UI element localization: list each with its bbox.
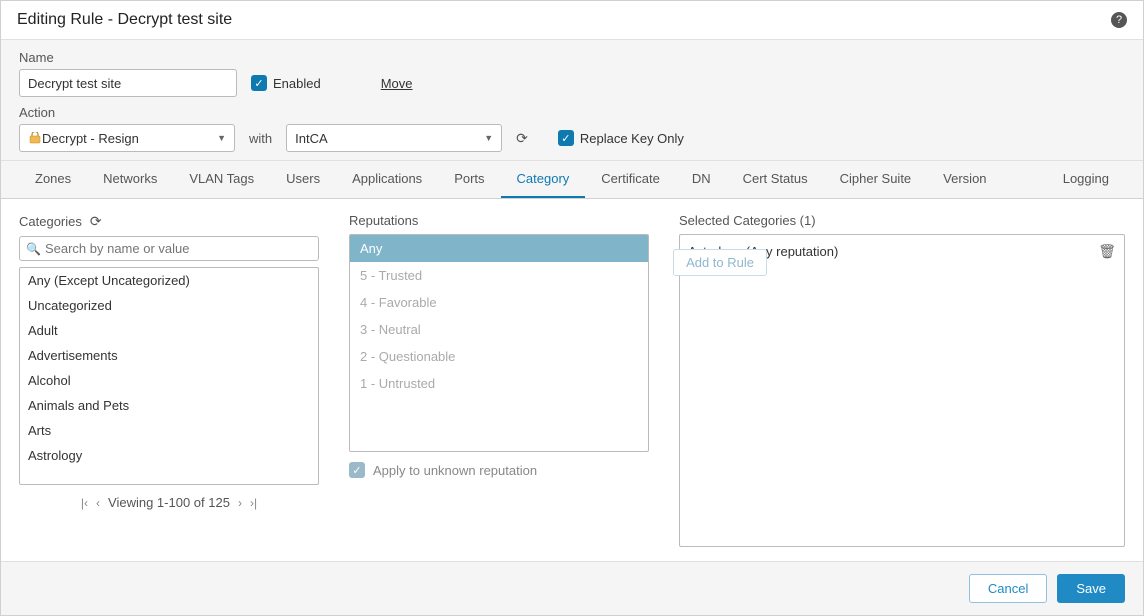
list-item[interactable]: Arts — [20, 418, 318, 443]
apply-unknown-checkbox[interactable]: ✓ — [349, 462, 365, 478]
replace-key-label: Replace Key Only — [580, 131, 684, 146]
category-search[interactable]: 🔍 — [19, 236, 319, 261]
chevron-down-icon: ▼ — [217, 133, 226, 143]
prev-page-icon[interactable]: ‹ — [96, 496, 100, 510]
list-item[interactable]: 1 - Untrusted — [350, 370, 648, 397]
tab-dn[interactable]: DN — [676, 161, 727, 198]
pager-label: Viewing 1-100 of 125 — [108, 495, 230, 510]
list-item[interactable]: Alcohol — [20, 368, 318, 393]
categories-list[interactable]: Any (Except Uncategorized) Uncategorized… — [19, 267, 319, 485]
cancel-button[interactable]: Cancel — [969, 574, 1047, 603]
move-link[interactable]: Move — [381, 76, 413, 91]
list-item[interactable]: 3 - Neutral — [350, 316, 648, 343]
list-item[interactable]: Any (Except Uncategorized) — [20, 268, 318, 293]
pager: |‹ ‹ Viewing 1-100 of 125 › ›| — [19, 495, 319, 510]
action-select[interactable]: Decrypt - Resign ▼ — [19, 124, 235, 152]
last-page-icon[interactable]: ›| — [250, 496, 257, 510]
add-to-rule-button[interactable]: Add to Rule — [673, 249, 767, 276]
name-label: Name — [19, 50, 1125, 65]
dialog-body: Categories ⟳ 🔍 Any (Except Uncategorized… — [1, 199, 1143, 561]
refresh-icon[interactable]: ⟳ — [516, 130, 528, 147]
reputations-column: Reputations Any 5 - Trusted 4 - Favorabl… — [349, 213, 649, 547]
tab-networks[interactable]: Networks — [87, 161, 173, 198]
name-row: Name ✓ Enabled Move Action Decrypt - Res… — [1, 40, 1143, 161]
action-value: Decrypt - Resign — [42, 131, 139, 146]
dialog-header: Editing Rule - Decrypt test site ? — [1, 1, 1143, 40]
list-item[interactable]: Astrology — [20, 443, 318, 468]
tab-cipher-suite[interactable]: Cipher Suite — [824, 161, 928, 198]
list-item[interactable]: Advertisements — [20, 343, 318, 368]
search-input[interactable] — [45, 241, 312, 256]
enabled-checkbox[interactable]: ✓ — [251, 75, 267, 91]
list-item[interactable]: Uncategorized — [20, 293, 318, 318]
apply-unknown-label: Apply to unknown reputation — [373, 463, 537, 478]
categories-column: Categories ⟳ 🔍 Any (Except Uncategorized… — [19, 213, 319, 547]
tab-certificate[interactable]: Certificate — [585, 161, 676, 198]
help-icon[interactable]: ? — [1111, 12, 1127, 28]
tab-vlan-tags[interactable]: VLAN Tags — [173, 161, 270, 198]
selected-list: Astrology (Any reputation) 🗑 — [679, 234, 1125, 547]
ca-select[interactable]: IntCA ▼ — [286, 124, 502, 152]
reputations-title: Reputations — [349, 213, 418, 228]
list-item[interactable]: 4 - Favorable — [350, 289, 648, 316]
enabled-label: Enabled — [273, 76, 321, 91]
with-label: with — [249, 131, 272, 146]
tab-logging[interactable]: Logging — [1047, 161, 1125, 198]
ca-value: IntCA — [295, 131, 328, 146]
lock-icon — [28, 132, 42, 144]
action-label: Action — [19, 105, 1125, 120]
tab-cert-status[interactable]: Cert Status — [727, 161, 824, 198]
next-page-icon[interactable]: › — [238, 496, 242, 510]
trash-icon[interactable]: 🗑 — [1098, 243, 1116, 260]
tab-users[interactable]: Users — [270, 161, 336, 198]
tab-category[interactable]: Category — [501, 161, 586, 198]
dialog-title: Editing Rule - Decrypt test site — [17, 11, 232, 29]
list-item[interactable]: Any — [350, 235, 648, 262]
tab-applications[interactable]: Applications — [336, 161, 438, 198]
search-icon: 🔍 — [26, 242, 41, 256]
refresh-icon[interactable]: ⟳ — [90, 213, 102, 230]
edit-rule-dialog: Editing Rule - Decrypt test site ? Name … — [0, 0, 1144, 616]
reputations-list[interactable]: Any 5 - Trusted 4 - Favorable 3 - Neutra… — [349, 234, 649, 452]
name-input[interactable] — [19, 69, 237, 97]
first-page-icon[interactable]: |‹ — [81, 496, 88, 510]
tab-version[interactable]: Version — [927, 161, 1002, 198]
replace-key-checkbox[interactable]: ✓ — [558, 130, 574, 146]
dialog-footer: Cancel Save — [1, 561, 1143, 615]
list-item[interactable]: 5 - Trusted — [350, 262, 648, 289]
chevron-down-icon: ▼ — [484, 133, 493, 143]
list-item[interactable]: Animals and Pets — [20, 393, 318, 418]
selected-title: Selected Categories (1) — [679, 213, 816, 228]
list-item[interactable]: 2 - Questionable — [350, 343, 648, 370]
save-button[interactable]: Save — [1057, 574, 1125, 603]
tab-zones[interactable]: Zones — [19, 161, 87, 198]
tab-bar: Zones Networks VLAN Tags Users Applicati… — [1, 161, 1143, 199]
list-item[interactable]: Adult — [20, 318, 318, 343]
tab-ports[interactable]: Ports — [438, 161, 500, 198]
categories-title: Categories — [19, 214, 82, 229]
